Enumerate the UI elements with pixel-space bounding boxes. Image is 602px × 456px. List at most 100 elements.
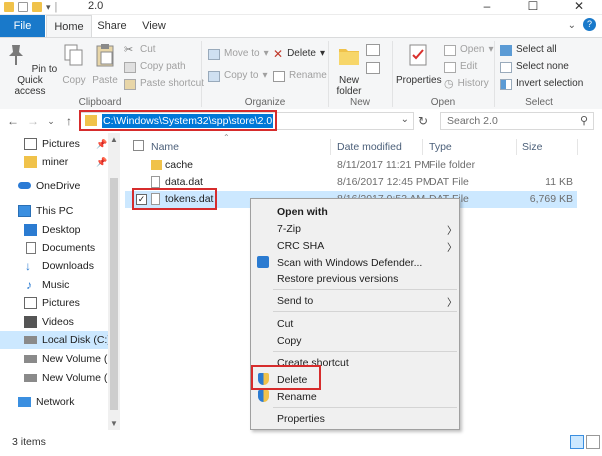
- menu-item-rename[interactable]: Rename: [277, 391, 317, 403]
- nav-item-pictures[interactable]: Pictures: [0, 294, 110, 312]
- menu-item-copy[interactable]: Copy: [277, 335, 302, 347]
- nav-item-music[interactable]: ♪ Music: [0, 276, 110, 294]
- new-folder-label: New folder: [336, 75, 362, 97]
- nav-item-downloads[interactable]: ↓ Downloads: [0, 257, 110, 275]
- tab-file[interactable]: File: [0, 15, 45, 37]
- easy-access-icon[interactable]: [366, 62, 380, 74]
- invert-selection-button[interactable]: Invert selection: [500, 76, 583, 92]
- column-divider[interactable]: [577, 139, 578, 155]
- tab-home[interactable]: Home: [46, 15, 92, 37]
- menu-item-7-zip[interactable]: 7-Zip: [277, 223, 301, 235]
- nav-item-label: This PC: [36, 205, 74, 217]
- open-ribbon-button[interactable]: Open ▾: [444, 42, 494, 58]
- nav-item-this-pc[interactable]: This PC: [0, 202, 110, 220]
- select-none-icon: [500, 61, 512, 73]
- menu-item-cut[interactable]: Cut: [277, 318, 293, 330]
- copy-path-icon: [124, 61, 136, 73]
- file-name: cache: [165, 159, 194, 171]
- nav-item-local-disk-c[interactable]: Local Disk (C:): [0, 331, 110, 349]
- menu-item-send-to[interactable]: Send to: [277, 295, 313, 307]
- details-view-icon[interactable]: [570, 435, 584, 449]
- move-to-button[interactable]: Move to ▾: [208, 46, 269, 62]
- back-arrow-icon[interactable]: ←: [6, 112, 20, 130]
- column-divider[interactable]: [516, 139, 517, 155]
- nav-item-new-volume-d[interactable]: New Volume (D:: [0, 350, 110, 368]
- rename-ribbon-button[interactable]: Rename: [273, 68, 327, 84]
- nav-item-label: Documents: [42, 242, 96, 254]
- maximize-button[interactable]: ☐: [510, 0, 556, 14]
- column-header-type[interactable]: Type: [429, 137, 452, 157]
- search-icon: ⚲: [579, 115, 588, 127]
- pin-to-quick-access-button[interactable]: Pin to Quick access: [2, 42, 58, 97]
- menu-separator: [273, 311, 457, 312]
- menu-item-crc-sha[interactable]: CRC SHA: [277, 240, 324, 252]
- large-icons-view-icon[interactable]: [586, 435, 600, 449]
- menu-item-restore-previous-versions[interactable]: Restore previous versions: [277, 273, 398, 285]
- forward-arrow-icon[interactable]: →: [26, 112, 40, 130]
- select-all-button[interactable]: Select all: [500, 42, 557, 58]
- copy-to-button[interactable]: Copy to ▾: [208, 68, 268, 84]
- paste-shortcut-button[interactable]: Paste shortcut: [124, 76, 204, 92]
- nav-item-pictures-pinned[interactable]: Pictures 📌: [0, 135, 110, 153]
- new-folder-button[interactable]: New folder: [332, 42, 366, 97]
- close-button[interactable]: ✕: [556, 0, 602, 14]
- history-ribbon-button[interactable]: ◷ History: [444, 76, 489, 92]
- delete-ribbon-button[interactable]: ✕ Delete ▾: [273, 46, 325, 62]
- nav-item-videos[interactable]: Videos: [0, 313, 110, 331]
- tab-share[interactable]: Share: [92, 15, 132, 37]
- copy-button[interactable]: Copy: [60, 42, 88, 86]
- menu-item-scan-with-windows-defender[interactable]: Scan with Windows Defender...: [277, 257, 422, 269]
- menu-item-open-with[interactable]: Open with: [277, 206, 328, 218]
- refresh-icon[interactable]: ↻: [418, 114, 428, 128]
- column-header-size[interactable]: Size: [522, 137, 542, 157]
- edit-icon: [444, 61, 456, 73]
- column-header-name[interactable]: Name: [151, 137, 179, 157]
- file-type: File folder: [429, 159, 476, 171]
- nav-item-new-volume-e[interactable]: New Volume (E:): [0, 369, 110, 387]
- rename-label: Rename: [289, 70, 327, 81]
- nav-item-label: Pictures: [42, 297, 80, 309]
- address-dropdown-chevron-icon[interactable]: ⌄: [401, 114, 409, 125]
- edit-ribbon-button[interactable]: Edit: [444, 59, 477, 75]
- select-all-checkbox[interactable]: [133, 140, 144, 151]
- properties-ribbon-button[interactable]: Properties: [396, 42, 442, 86]
- chevron-down-icon[interactable]: ▾: [46, 2, 51, 13]
- file-row-cache[interactable]: cache 8/11/2017 11:21 PM File folder: [125, 157, 577, 174]
- new-group-label: New: [349, 97, 370, 108]
- new-folder-icon[interactable]: [32, 2, 42, 12]
- network-icon: [18, 397, 31, 407]
- submenu-arrow-icon: 〉: [447, 243, 457, 254]
- select-none-button[interactable]: Select none: [500, 59, 569, 75]
- copy-path-button[interactable]: Copy path: [124, 59, 186, 75]
- new-item-icon[interactable]: [366, 44, 380, 56]
- column-header-date-modified[interactable]: Date modified: [337, 137, 402, 157]
- nav-item-desktop[interactable]: Desktop: [0, 221, 110, 239]
- nav-item-miner[interactable]: miner 📌: [0, 153, 110, 171]
- menu-item-properties[interactable]: Properties: [277, 413, 325, 425]
- minimize-button[interactable]: –: [464, 0, 510, 14]
- nav-scrollbar-thumb[interactable]: [110, 178, 118, 410]
- recent-locations-chevron-icon[interactable]: ⌄: [44, 112, 58, 130]
- up-arrow-icon[interactable]: ↑: [62, 112, 76, 130]
- ribbon-expand-icon[interactable]: ⌄: [568, 20, 576, 31]
- column-divider[interactable]: [330, 139, 331, 155]
- organize-group-label: Organize: [244, 97, 286, 108]
- delete-x-icon: ✕: [273, 47, 284, 61]
- scroll-down-arrow-icon[interactable]: ▼: [110, 419, 118, 428]
- navigation-pane: Pictures 📌 miner 📌 OneDrive This PC Desk…: [0, 133, 122, 430]
- help-icon[interactable]: ?: [583, 18, 596, 31]
- search-input[interactable]: Search 2.0 ⚲: [440, 112, 594, 130]
- column-divider[interactable]: [422, 139, 423, 155]
- drive-icon: [24, 336, 37, 344]
- nav-item-onedrive[interactable]: OneDrive: [0, 177, 110, 195]
- cut-button[interactable]: ✂ Cut: [124, 42, 156, 58]
- properties-label: Properties: [396, 75, 442, 86]
- delete-highlight-box: [251, 365, 321, 390]
- scroll-up-arrow-icon[interactable]: ▲: [110, 135, 118, 144]
- videos-icon: [24, 316, 37, 328]
- nav-item-documents[interactable]: Documents: [0, 239, 110, 257]
- nav-item-network[interactable]: Network: [0, 393, 110, 411]
- properties-icon[interactable]: [18, 2, 28, 12]
- tab-view[interactable]: View: [136, 15, 172, 37]
- paste-button[interactable]: Paste: [90, 42, 120, 86]
